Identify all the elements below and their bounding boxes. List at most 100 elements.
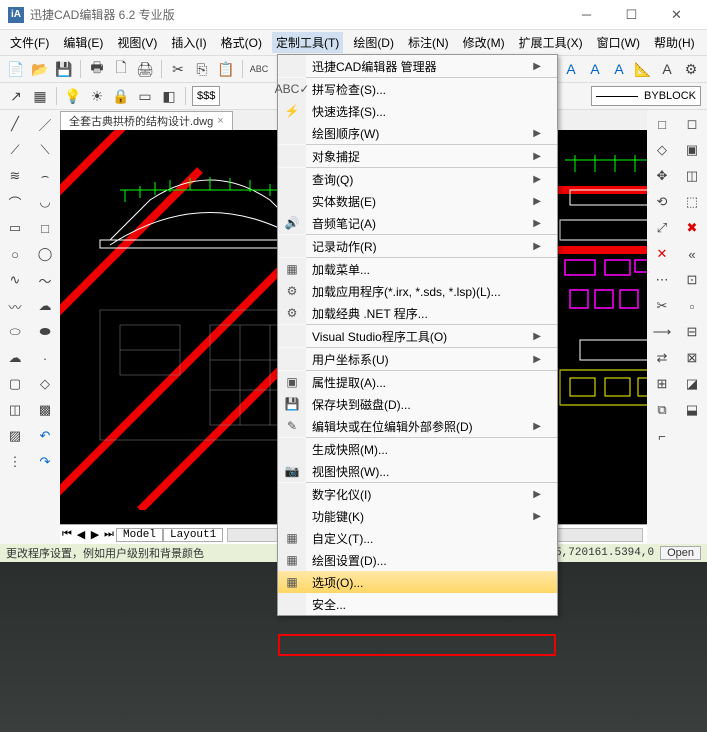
redo2-icon[interactable]: ↷	[35, 452, 55, 472]
preview-icon[interactable]: 🗋	[111, 59, 131, 79]
text-a-icon[interactable]: A	[561, 59, 581, 79]
rect2-tool-icon[interactable]: ▢	[5, 374, 25, 394]
r2-tool4-icon[interactable]: ⬚	[682, 192, 702, 212]
document-tab[interactable]: 全套古典拱桥的结构设计.dwg ×	[60, 111, 233, 130]
text-a3-icon[interactable]: A	[609, 59, 629, 79]
menu-item-7[interactable]: 标注(N)	[404, 32, 453, 53]
save-icon[interactable]: 💾	[54, 59, 74, 79]
color-icon[interactable]: ◧	[159, 86, 179, 106]
block-tool-icon[interactable]: ◫	[5, 400, 25, 420]
dollar-combo[interactable]: $$$	[192, 86, 220, 106]
r2-tool3-icon[interactable]: ◫	[682, 166, 702, 186]
rect-tool-icon[interactable]: ▭	[5, 218, 25, 238]
maximize-button[interactable]: ☐	[609, 1, 654, 29]
dropdown-item-16[interactable]: ⚙加载经典 .NET 程序...	[278, 302, 557, 324]
layout1-tab[interactable]: Layout1	[163, 528, 223, 542]
close-button[interactable]: ✕	[654, 1, 699, 29]
multi-tool-icon[interactable]: ≋	[5, 166, 25, 186]
text-a4-icon[interactable]: A	[657, 59, 677, 79]
arc-tool-icon[interactable]: ⌒	[5, 192, 25, 212]
r2-tool5-icon[interactable]: ⊡	[682, 270, 702, 290]
dropdown-item-26[interactable]: 生成快照(M)...	[278, 438, 557, 460]
r2-tool9-icon[interactable]: ◪	[682, 374, 702, 394]
menu-item-0[interactable]: 文件(F)	[6, 32, 53, 53]
r-move-icon[interactable]: ✥	[652, 166, 672, 186]
draw-poly-icon[interactable]: ⟍	[35, 140, 55, 160]
copy-icon[interactable]: ⎘	[192, 59, 212, 79]
dropdown-item-10[interactable]: 🔊音频笔记(A)▶	[278, 212, 557, 234]
dropdown-item-34[interactable]: 安全...	[278, 593, 557, 615]
bulb-icon[interactable]: 💡	[63, 86, 83, 106]
dropdown-item-0[interactable]: 迅捷CAD编辑器 管理器▶	[278, 55, 557, 77]
draw-cloud-icon[interactable]: ☁	[35, 296, 55, 316]
dropdown-item-6[interactable]: 对象捕捉▶	[278, 145, 557, 167]
r-scale-icon[interactable]: ⤢	[652, 218, 672, 238]
lock-icon[interactable]: 🔒	[111, 86, 131, 106]
dropdown-item-24[interactable]: ✎编辑块或在位编辑外部参照(D)▶	[278, 415, 557, 437]
dropdown-item-30[interactable]: 功能键(K)▶	[278, 505, 557, 527]
dropdown-item-2[interactable]: ABC✓拼写检查(S)...	[278, 78, 557, 100]
print-icon[interactable]: 🖶	[87, 59, 107, 79]
dropdown-item-29[interactable]: 数字化仪(I)▶	[278, 483, 557, 505]
ellipse-tool-icon[interactable]: ⬭	[5, 322, 25, 342]
r2-tool10-icon[interactable]: ⬓	[682, 400, 702, 420]
draw-point-icon[interactable]: ·	[35, 348, 55, 368]
new-icon[interactable]: 📄	[6, 59, 26, 79]
dropdown-item-9[interactable]: 实体数据(E)▶	[278, 190, 557, 212]
r2-collapse-icon[interactable]: «	[682, 244, 702, 264]
dropdown-item-22[interactable]: ▣属性提取(A)...	[278, 371, 557, 393]
r-divide-icon[interactable]: ⋯	[652, 270, 672, 290]
ruler-a-icon[interactable]: 📐	[633, 59, 653, 79]
dropdown-item-18[interactable]: Visual Studio程序工具(O)▶	[278, 325, 557, 347]
tool-grid-icon[interactable]: ▦	[30, 86, 50, 106]
open-icon[interactable]: 📂	[30, 59, 50, 79]
menu-item-8[interactable]: 修改(M)	[459, 32, 509, 53]
menu-item-3[interactable]: 插入(I)	[167, 32, 210, 53]
dropdown-item-23[interactable]: 💾保存块到磁盘(D)...	[278, 393, 557, 415]
draw-ellipse-icon[interactable]: ◯	[35, 244, 55, 264]
draw-hatch-icon[interactable]: ▩	[35, 400, 55, 420]
draw-arc2-icon[interactable]: ◡	[35, 192, 55, 212]
dropdown-item-8[interactable]: 查询(Q)▶	[278, 168, 557, 190]
menu-item-1[interactable]: 编辑(E)	[59, 32, 107, 53]
r-fillet-icon[interactable]: ⌐	[652, 426, 672, 446]
settings-icon[interactable]: ⚙	[681, 59, 701, 79]
tab-last-icon[interactable]: ⏭	[102, 528, 116, 541]
sun-icon[interactable]: ☀	[87, 86, 107, 106]
cut-icon[interactable]: ✂	[168, 59, 188, 79]
dropdown-item-3[interactable]: ⚡快速选择(S)...	[278, 100, 557, 122]
circle-tool-icon[interactable]: ○	[5, 244, 25, 264]
menu-item-6[interactable]: 绘图(D)	[349, 32, 398, 53]
paste-icon[interactable]: 📋	[216, 59, 236, 79]
tab-prev-icon[interactable]: ◀	[74, 528, 88, 541]
dropdown-item-31[interactable]: ▦自定义(T)...	[278, 527, 557, 549]
tab-first-icon[interactable]: ⏮	[60, 528, 74, 541]
byblock-combo[interactable]: BYBLOCK	[591, 86, 701, 106]
spline-tool-icon[interactable]: 〰	[5, 296, 25, 316]
r2-tool1-icon[interactable]: ◻	[682, 114, 702, 134]
r-trim-icon[interactable]: ✂	[652, 296, 672, 316]
status-open-button[interactable]: Open	[660, 546, 701, 560]
menu-item-2[interactable]: 视图(V)	[113, 32, 161, 53]
r2-tool6-icon[interactable]: ▫	[682, 296, 702, 316]
dots-tool-icon[interactable]: ⋮	[5, 452, 25, 472]
curve-tool-icon[interactable]: ∿	[5, 270, 25, 290]
dropdown-item-14[interactable]: ▦加载菜单...	[278, 258, 557, 280]
r2-delete-icon[interactable]: ✖	[682, 218, 702, 238]
tool-arrow-icon[interactable]: ↗	[6, 86, 26, 106]
r-tool2-icon[interactable]: ◇	[652, 140, 672, 160]
r2-tool2-icon[interactable]: ▣	[682, 140, 702, 160]
draw-rect-icon[interactable]: □	[35, 218, 55, 238]
dropdown-item-12[interactable]: 记录动作(R)▶	[278, 235, 557, 257]
poly-tool-icon[interactable]: ⟋	[5, 140, 25, 160]
dropdown-item-4[interactable]: 绘图顺序(W)▶	[278, 122, 557, 144]
r-extend-icon[interactable]: ⟶	[652, 322, 672, 342]
menu-item-9[interactable]: 扩展工具(X)	[515, 32, 587, 53]
r-rotate-icon[interactable]: ⟲	[652, 192, 672, 212]
r-tool1-icon[interactable]: □	[652, 114, 672, 134]
draw-line-icon[interactable]: ／	[35, 114, 55, 134]
r2-tool7-icon[interactable]: ⊟	[682, 322, 702, 342]
r-array-icon[interactable]: ⊞	[652, 374, 672, 394]
dropdown-item-20[interactable]: 用户坐标系(U)▶	[278, 348, 557, 370]
menu-item-4[interactable]: 格式(O)	[217, 32, 266, 53]
